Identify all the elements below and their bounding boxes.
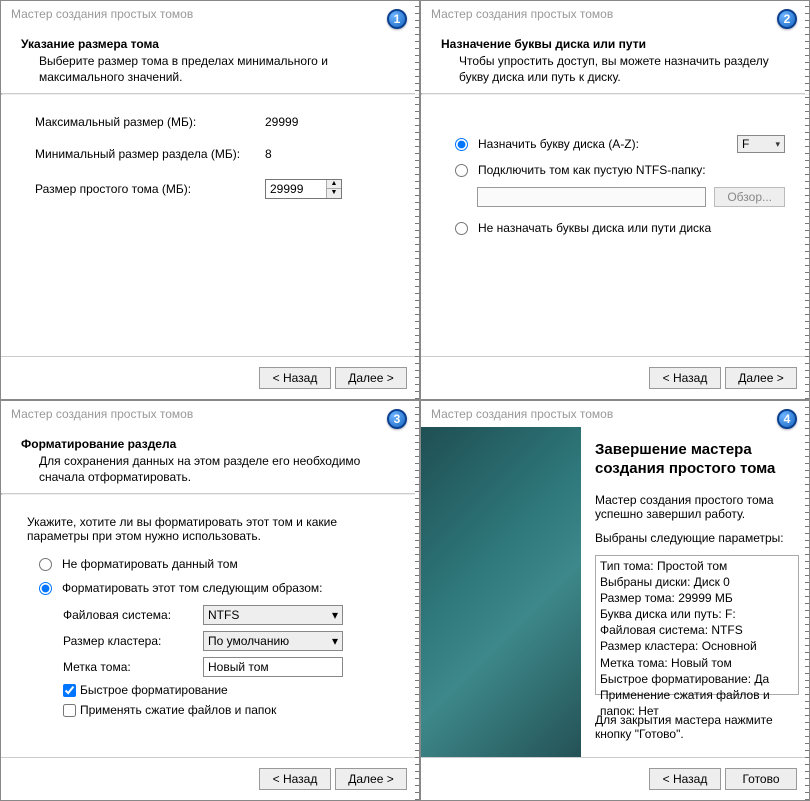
step-description: Чтобы упростить доступ, вы можете назнач… bbox=[441, 53, 789, 85]
step-badge-1: 1 bbox=[387, 9, 407, 29]
no-format-radio[interactable] bbox=[39, 558, 52, 571]
step-badge-4: 4 bbox=[777, 409, 797, 429]
spinner-up-icon[interactable]: ▲ bbox=[327, 180, 341, 189]
summary-line: Файловая система: NTFS bbox=[600, 622, 794, 638]
min-size-label: Минимальный размер раздела (МБ): bbox=[35, 147, 265, 161]
back-button[interactable]: < Назад bbox=[259, 768, 331, 790]
step-heading: Указание размера тома bbox=[21, 37, 399, 51]
assign-letter-label: Назначить букву диска (A-Z): bbox=[478, 137, 639, 151]
assign-letter-radio[interactable] bbox=[455, 138, 468, 151]
format-radio[interactable] bbox=[39, 582, 52, 595]
summary-line: Тип тома: Простой том bbox=[600, 558, 794, 574]
format-label: Форматировать этот том следующим образом… bbox=[62, 581, 322, 595]
volume-label-input[interactable] bbox=[203, 657, 343, 677]
chevron-down-icon: ▾ bbox=[332, 608, 338, 622]
spinner-down-icon[interactable]: ▼ bbox=[327, 189, 341, 198]
step-badge-3: 3 bbox=[387, 409, 407, 429]
back-button[interactable]: < Назад bbox=[649, 367, 721, 389]
format-intro: Укажите, хотите ли вы форматировать этот… bbox=[27, 515, 401, 543]
step-header: Указание размера тома Выберите размер то… bbox=[1, 27, 419, 93]
step-description: Выберите размер тома в пределах минималь… bbox=[21, 53, 399, 85]
volume-size-input[interactable] bbox=[266, 180, 326, 198]
quick-format-checkbox[interactable] bbox=[63, 684, 76, 697]
no-assign-label: Не назначать буквы диска или пути диска bbox=[478, 221, 711, 235]
volume-size-label: Размер простого тома (МБ): bbox=[35, 182, 265, 196]
browse-button: Обзор... bbox=[714, 187, 785, 207]
summary-line: Метка тома: Новый том bbox=[600, 655, 794, 671]
compress-checkbox[interactable] bbox=[63, 704, 76, 717]
mount-folder-radio[interactable] bbox=[455, 164, 468, 177]
volume-size-spinner[interactable]: ▲ ▼ bbox=[265, 179, 342, 199]
next-button[interactable]: Далее > bbox=[335, 367, 407, 389]
step-header: Форматирование раздела Для сохранения да… bbox=[1, 427, 419, 493]
wizard-step-drive-letter: Мастер создания простых томов 2 Назначен… bbox=[420, 0, 810, 400]
step-description: Для сохранения данных на этом разделе ег… bbox=[21, 453, 399, 485]
cluster-label: Размер кластера: bbox=[63, 634, 203, 648]
step-badge-2: 2 bbox=[777, 9, 797, 29]
step-heading: Форматирование раздела bbox=[21, 437, 399, 451]
back-button[interactable]: < Назад bbox=[259, 367, 331, 389]
window-title: Мастер создания простых томов bbox=[421, 401, 809, 427]
filesystem-label: Файловая система: bbox=[63, 608, 203, 622]
drive-letter-select[interactable]: F ▾ bbox=[737, 135, 785, 153]
filesystem-select[interactable]: NTFS ▾ bbox=[203, 605, 343, 625]
summary-listbox[interactable]: Тип тома: Простой том Выбраны диски: Дис… bbox=[595, 555, 799, 695]
cluster-value: По умолчанию bbox=[208, 634, 289, 648]
step-header: Назначение буквы диска или пути Чтобы уп… bbox=[421, 27, 809, 93]
window-title: Мастер создания простых томов bbox=[421, 1, 809, 27]
chevron-down-icon: ▾ bbox=[332, 634, 338, 648]
volume-label-label: Метка тома: bbox=[63, 660, 203, 674]
wizard-step-size: Мастер создания простых томов 1 Указание… bbox=[0, 0, 420, 400]
next-button[interactable]: Далее > bbox=[335, 768, 407, 790]
min-size-value: 8 bbox=[265, 147, 345, 161]
complete-message: Мастер создания простого тома успешно за… bbox=[595, 493, 799, 521]
finish-button[interactable]: Готово bbox=[725, 768, 797, 790]
no-assign-radio[interactable] bbox=[455, 222, 468, 235]
selected-params-label: Выбраны следующие параметры: bbox=[595, 531, 799, 545]
quick-format-label: Быстрое форматирование bbox=[80, 683, 228, 697]
back-button[interactable]: < Назад bbox=[649, 768, 721, 790]
cluster-select[interactable]: По умолчанию ▾ bbox=[203, 631, 343, 651]
max-size-value: 29999 bbox=[265, 115, 345, 129]
wizard-step-complete: Мастер создания простых томов 4 Завершен… bbox=[420, 400, 810, 801]
close-instruction: Для закрытия мастера нажмите кнопку "Гот… bbox=[595, 713, 799, 741]
summary-line: Размер тома: 29999 МБ bbox=[600, 590, 794, 606]
filesystem-value: NTFS bbox=[208, 608, 239, 622]
summary-line: Размер кластера: Основной bbox=[600, 638, 794, 654]
next-button[interactable]: Далее > bbox=[725, 367, 797, 389]
wizard-step-format: Мастер создания простых томов 3 Форматир… bbox=[0, 400, 420, 801]
no-format-label: Не форматировать данный том bbox=[62, 557, 238, 571]
step-heading: Назначение буквы диска или пути bbox=[441, 37, 789, 51]
summary-line: Буква диска или путь: F: bbox=[600, 606, 794, 622]
compress-label: Применять сжатие файлов и папок bbox=[80, 703, 276, 717]
window-title: Мастер создания простых томов bbox=[1, 1, 419, 27]
drive-letter-value: F bbox=[742, 137, 749, 151]
mount-path-input bbox=[477, 187, 706, 207]
mount-folder-label: Подключить том как пустую NTFS-папку: bbox=[478, 163, 706, 177]
window-title: Мастер создания простых томов bbox=[1, 401, 419, 427]
wizard-banner-image bbox=[421, 427, 581, 757]
complete-heading: Завершение мастера создания простого том… bbox=[595, 441, 799, 479]
chevron-down-icon: ▾ bbox=[775, 139, 780, 150]
summary-line: Быстрое форматирование: Да bbox=[600, 671, 794, 687]
max-size-label: Максимальный размер (МБ): bbox=[35, 115, 265, 129]
summary-line: Выбраны диски: Диск 0 bbox=[600, 574, 794, 590]
